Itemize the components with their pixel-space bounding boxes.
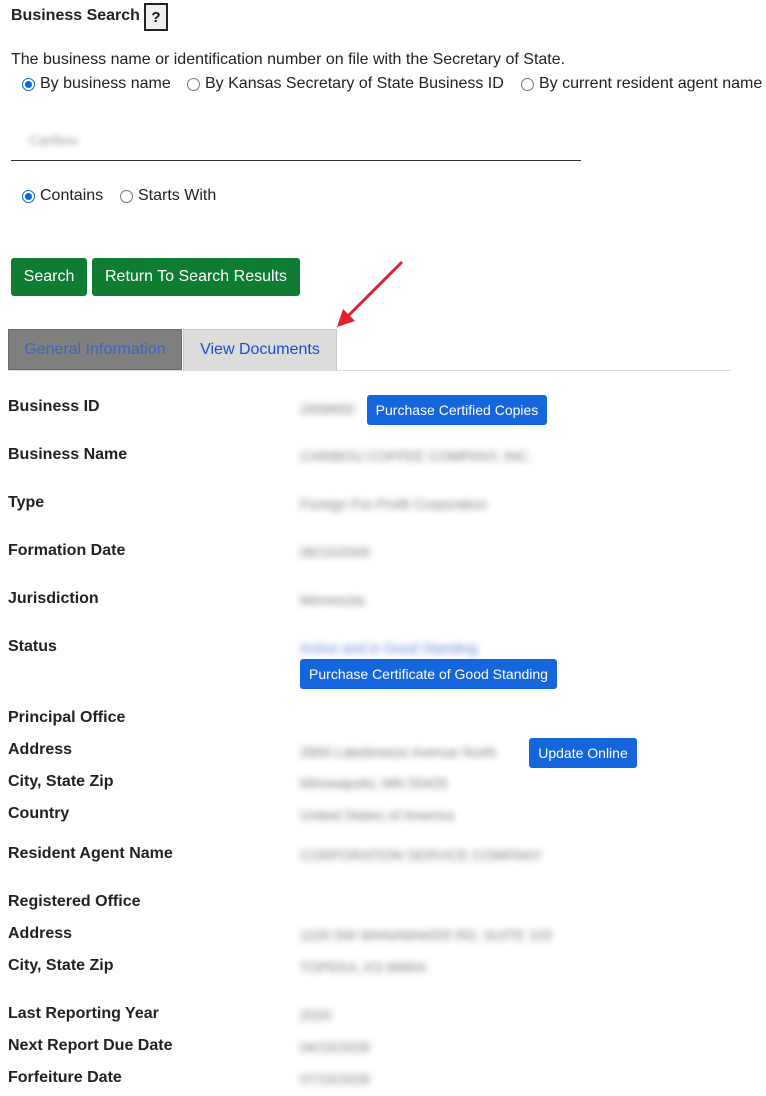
resident-agent-label: Resident Agent Name [8,845,173,862]
update-online-button[interactable]: Update Online [529,738,637,768]
help-button[interactable]: ? [144,3,168,31]
purchase-certified-copies-button[interactable]: Purchase Certified Copies [367,395,547,425]
radio-by-business-id[interactable]: By Kansas Secretary of State Business ID [187,75,504,93]
search-input-value: Caribou [29,132,79,148]
radio-button[interactable] [22,77,35,91]
forfeiture-date-label: Forfeiture Date [8,1069,122,1086]
registered-address-label: Address [8,925,73,942]
business-id-label: Business ID [8,398,100,415]
radio-contains[interactable]: Contains [22,187,103,205]
principal-country-label: Country [8,805,70,822]
search-button[interactable]: Search [11,258,87,296]
next-report-due-value: 04/15/2026 [300,1039,371,1055]
page-title: Business Search [11,7,140,24]
type-value: Foreign For-Profit Corporation [300,496,487,512]
radio-by-business-name[interactable]: By business name [22,75,171,93]
radio-by-agent-name[interactable]: By current resident agent name [521,75,762,93]
principal-city-label: City, State Zip [8,773,114,790]
radio-label: Contains [40,187,104,204]
business-name-value: CARIBOU COFFEE COMPANY, INC. [300,448,533,464]
formation-date-label: Formation Date [8,542,126,559]
forfeiture-date-value: 07/15/2026 [300,1071,371,1087]
business-id-value: 2658650 [300,401,355,417]
status-value[interactable]: Active and in Good Standing [300,640,477,656]
principal-city-value: Minneapolis, MN 55429 [300,775,448,791]
type-label: Type [8,494,45,511]
tab-view-documents[interactable]: View Documents [183,329,337,370]
resident-agent-value: CORPORATION SERVICE COMPANY [300,847,542,863]
purchase-good-standing-button[interactable]: Purchase Certificate of Good Standing [300,659,557,689]
radio-button[interactable] [187,77,200,91]
radio-label: Starts With [138,187,217,204]
search-input[interactable]: Caribou [11,120,581,161]
registered-city-label: City, State Zip [8,957,114,974]
tab-general-information[interactable]: General Information [8,329,182,370]
formation-date-value: 06/15/2000 [300,544,371,560]
principal-address-label: Address [8,741,73,758]
return-to-results-button[interactable]: Return To Search Results [92,258,300,296]
radio-button[interactable] [521,77,534,91]
principal-address-value: 3900 Lakebreeze Avenue North [300,744,497,760]
registered-office-heading: Registered Office [8,893,141,910]
registered-address-value: 1100 SW WANAMAKER RD, SUITE 103 [300,927,553,943]
registered-city-value: TOPEKA, KS 66604 [300,959,426,975]
principal-office-heading: Principal Office [8,709,126,726]
radio-label: By Kansas Secretary of State Business ID [205,75,504,92]
last-reporting-year-label: Last Reporting Year [8,1005,159,1022]
annotation-arrow-icon [337,261,403,327]
tab-divider [8,370,731,371]
radio-button[interactable] [120,189,133,203]
radio-starts-with[interactable]: Starts With [120,187,216,205]
radio-button[interactable] [22,189,35,203]
business-name-label: Business Name [8,446,128,463]
next-report-due-label: Next Report Due Date [8,1037,173,1054]
last-reporting-year-value: 2020 [300,1007,332,1023]
status-label: Status [8,638,57,655]
principal-country-value: United States of America [300,807,455,823]
radio-label: By current resident agent name [539,75,763,92]
search-description: The business name or identification numb… [11,51,566,68]
radio-label: By business name [40,75,171,92]
jurisdiction-value: Minnesota [300,592,365,608]
jurisdiction-label: Jurisdiction [8,590,99,607]
